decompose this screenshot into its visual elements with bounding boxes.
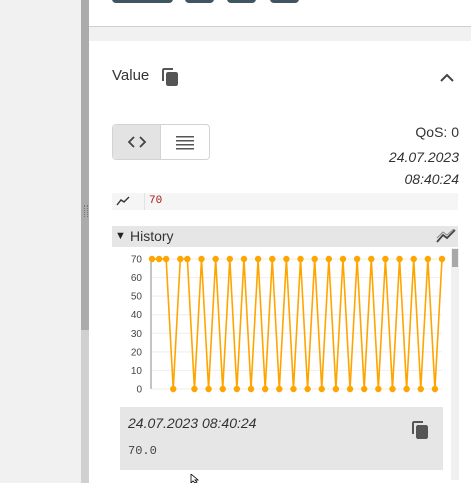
data-point[interactable]	[155, 255, 163, 263]
timestamp-time: 08:40:24	[404, 171, 460, 187]
series-line	[152, 258, 443, 390]
y-tick-label: 20	[131, 347, 143, 358]
data-point[interactable]	[205, 385, 212, 393]
data-point[interactable]	[332, 385, 340, 393]
current-value-row: 70	[112, 193, 458, 210]
data-point[interactable]	[261, 385, 269, 393]
data-point[interactable]	[424, 255, 432, 263]
splitter-grip-icon[interactable]	[84, 205, 88, 217]
data-point[interactable]	[219, 385, 226, 393]
left-panel-background	[0, 0, 81, 483]
toolbar-button-4[interactable]	[270, 0, 299, 3]
data-point[interactable]	[417, 385, 424, 393]
toolbar-button-3[interactable]	[227, 0, 256, 3]
data-point[interactable]	[162, 255, 170, 263]
data-point[interactable]	[198, 255, 205, 263]
timestamp-date: 24.07.2023	[388, 149, 459, 165]
data-point[interactable]	[396, 255, 403, 263]
toolbar-area	[89, 0, 471, 27]
triangle-down-icon: ▼	[115, 230, 126, 242]
code-icon	[127, 136, 146, 148]
data-point[interactable]	[226, 255, 234, 263]
data-point[interactable]	[269, 255, 276, 263]
value-timestamp: 24.07.2023 08:40:24	[389, 146, 459, 190]
data-point[interactable]	[184, 255, 191, 263]
mouse-cursor-icon	[190, 474, 200, 483]
data-point[interactable]	[375, 385, 382, 393]
data-point[interactable]	[170, 385, 177, 393]
data-point[interactable]	[410, 255, 417, 263]
history-chart: 0 10 20 30 40 50 60 70	[112, 248, 451, 398]
data-point[interactable]	[339, 255, 347, 263]
list-view-button[interactable]	[161, 125, 209, 159]
y-tick-label: 40	[131, 310, 143, 321]
history-header[interactable]: ▼ History	[112, 226, 458, 247]
list-icon	[176, 136, 194, 150]
data-point[interactable]	[148, 255, 156, 263]
data-point[interactable]	[290, 385, 297, 393]
data-point[interactable]	[283, 255, 290, 263]
copy-icon[interactable]	[162, 68, 178, 86]
detail-copy-icon[interactable]	[412, 421, 428, 439]
current-value: 70	[149, 195, 163, 207]
toolbar-button-2[interactable]	[185, 0, 214, 3]
y-tick-label: 10	[131, 366, 143, 377]
data-point[interactable]	[254, 255, 262, 263]
history-scrollbar-thumb[interactable]	[452, 249, 458, 267]
value-section-title: Value	[112, 67, 150, 84]
data-point[interactable]	[325, 255, 333, 263]
data-point[interactable]	[346, 385, 354, 393]
data-point[interactable]	[247, 385, 255, 393]
y-tick-label: 30	[131, 329, 143, 340]
detail-timestamp: 24.07.2023 08:40:24	[128, 415, 257, 431]
data-point[interactable]	[353, 255, 361, 263]
view-mode-toggle	[112, 124, 210, 160]
line-chart-icon[interactable]	[436, 229, 456, 243]
history-scrollbar[interactable]	[451, 248, 459, 480]
data-point[interactable]	[368, 255, 375, 263]
y-tick-label: 0	[136, 385, 142, 396]
data-point[interactable]	[304, 385, 311, 393]
data-point[interactable]	[360, 385, 368, 393]
data-point[interactable]	[276, 385, 283, 393]
data-point[interactable]	[212, 255, 219, 263]
chevron-up-icon[interactable]	[439, 71, 455, 83]
history-title: History	[130, 228, 174, 244]
data-point[interactable]	[297, 255, 304, 263]
value-row-separator	[144, 193, 145, 210]
data-point[interactable]	[240, 255, 248, 263]
data-point[interactable]	[382, 255, 389, 263]
data-point[interactable]	[233, 385, 241, 393]
code-view-button[interactable]	[113, 125, 161, 159]
data-point[interactable]	[177, 255, 184, 263]
y-tick-label: 70	[131, 255, 143, 266]
section-gap	[89, 27, 471, 41]
sparkline-icon	[116, 196, 130, 206]
data-point[interactable]	[191, 385, 198, 393]
history-detail: 24.07.2023 08:40:24 70.0	[120, 407, 443, 470]
toolbar-button-1[interactable]	[112, 0, 173, 3]
qos-label: QoS: 0	[415, 124, 459, 140]
data-point[interactable]	[438, 255, 446, 263]
detail-value: 70.0	[128, 444, 157, 458]
data-point[interactable]	[318, 385, 325, 393]
data-point[interactable]	[311, 255, 318, 263]
y-tick-label: 60	[131, 273, 143, 284]
y-tick-label: 50	[131, 292, 143, 303]
data-point[interactable]	[389, 385, 396, 393]
data-point[interactable]	[403, 385, 410, 393]
panel-splitter-lower	[81, 330, 89, 483]
data-point[interactable]	[431, 385, 439, 393]
